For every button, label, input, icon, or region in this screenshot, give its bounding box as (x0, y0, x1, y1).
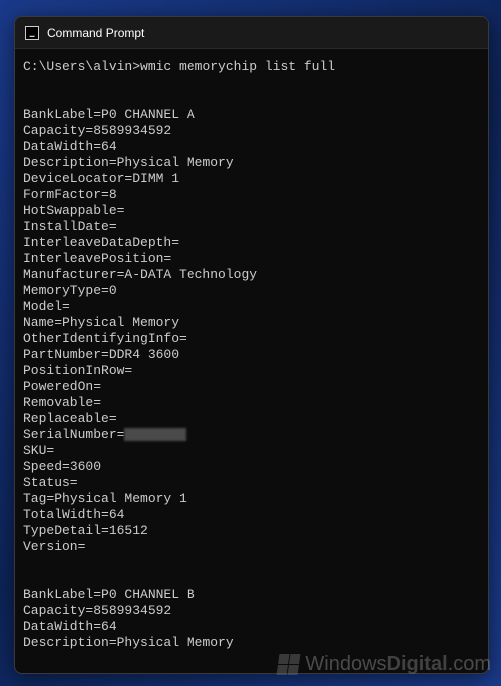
out-line: SerialNumber= (23, 427, 186, 442)
out-line: InstallDate= (23, 219, 117, 234)
command-prompt-window: ▁ Command Prompt C:\Users\alvin>wmic mem… (14, 16, 489, 674)
watermark: WindowsDigital.com (278, 653, 491, 676)
out-line: Description=Physical Memory (23, 635, 234, 650)
cmd-icon: ▁ (25, 26, 39, 40)
out-line: Replaceable= (23, 411, 117, 426)
window-title: Command Prompt (47, 26, 144, 40)
out-line: BankLabel=P0 CHANNEL B (23, 587, 195, 602)
out-line: MemoryType=0 (23, 283, 117, 298)
watermark-text: WindowsDigital.com (305, 653, 491, 676)
out-line: Name=Physical Memory (23, 315, 179, 330)
out-line: Status= (23, 475, 78, 490)
out-line: TypeDetail=16512 (23, 523, 148, 538)
windows-logo-icon (277, 654, 301, 675)
out-line: Capacity=8589934592 (23, 603, 171, 618)
out-line: Description=Physical Memory (23, 155, 234, 170)
out-line: Model= (23, 299, 70, 314)
out-line: PositionInRow= (23, 363, 132, 378)
redacted-serial (124, 428, 186, 441)
out-line: BankLabel=P0 CHANNEL A (23, 107, 195, 122)
out-line: TotalWidth=64 (23, 507, 124, 522)
out-line: Tag=Physical Memory 1 (23, 491, 187, 506)
out-line: InterleaveDataDepth= (23, 235, 179, 250)
out-line: DataWidth=64 (23, 139, 117, 154)
out-line: Removable= (23, 395, 101, 410)
prompt-path: C:\Users\alvin> (23, 59, 140, 74)
titlebar[interactable]: ▁ Command Prompt (15, 17, 488, 49)
out-line: Capacity=8589934592 (23, 123, 171, 138)
out-line: HotSwappable= (23, 203, 124, 218)
out-line: FormFactor=8 (23, 187, 117, 202)
out-line: DeviceLocator=DIMM 1 (23, 171, 179, 186)
out-line: SKU= (23, 443, 54, 458)
command-text: wmic memorychip list full (140, 59, 335, 74)
out-line: InterleavePosition= (23, 251, 171, 266)
out-line: Speed=3600 (23, 459, 101, 474)
out-line: Manufacturer=A-DATA Technology (23, 267, 257, 282)
out-line: OtherIdentifyingInfo= (23, 331, 187, 346)
terminal-output[interactable]: C:\Users\alvin>wmic memorychip list full… (15, 49, 488, 661)
out-line: PartNumber=DDR4 3600 (23, 347, 179, 362)
out-line: Version= (23, 539, 85, 554)
out-line: PoweredOn= (23, 379, 101, 394)
out-line: DataWidth=64 (23, 619, 117, 634)
